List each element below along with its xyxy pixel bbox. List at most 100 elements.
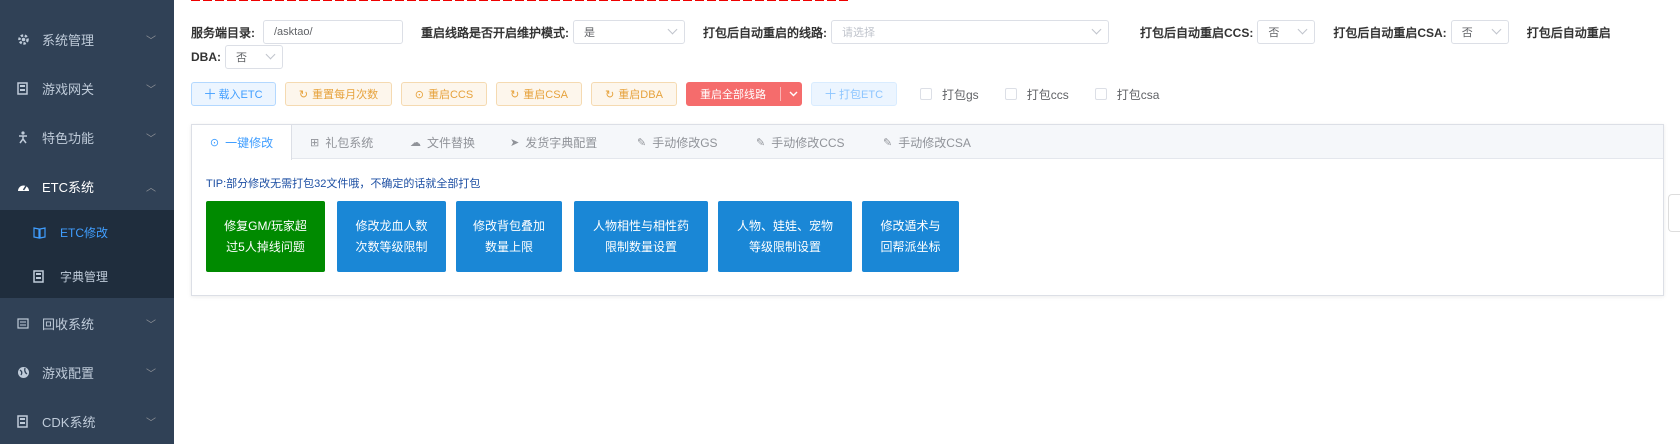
cloud-icon: ☁ (410, 136, 421, 149)
check-circle-icon: ⊙ (414, 88, 424, 101)
sidebar-item-system-management[interactable]: 系统管理 ﹀ (0, 15, 174, 64)
tabs-card: ⊙ 一键修改 ⊞ 礼包系统 ☁ 文件替换 ➤ 发货字典配置 ✎ 手动修改GS ✎ 手动修改C… (191, 124, 1664, 296)
tab-gift-system[interactable]: ⊞ 礼包系统 (310, 125, 373, 159)
restart-lines-select[interactable]: 请选择 (831, 20, 1109, 44)
send-icon: ➤ (510, 136, 520, 149)
sidebar-item-label: CDK系统 (42, 415, 96, 430)
checkbox-box (1004, 88, 1017, 100)
action-line1: 修改遁术与 (880, 218, 941, 233)
sidebar-item-label: 游戏配置 (42, 366, 95, 381)
chevron-down-icon: ﹀ (146, 36, 156, 47)
tab-label: 手动修改CCS (771, 135, 845, 150)
form-row: 服务端目录: /asktao/ 重启线路是否开启维护模式: 是 打包后自动重启的… (191, 20, 1611, 44)
restart-dba-button[interactable]: ↻ 重启DBA (591, 82, 677, 106)
sidebar-item-game-gateway[interactable]: 游戏网关 ﹀ (0, 64, 174, 113)
action-line2: 等级限制设置 (748, 239, 821, 254)
server-dir-input[interactable]: /asktao/ (263, 20, 403, 44)
tab-one-click-modify[interactable]: ⊙ 一键修改 (192, 125, 292, 160)
restart-all-button[interactable]: 重启全部线路 (687, 87, 781, 101)
sidebar-item-cdk-system[interactable]: CDK系统 ﹀ (0, 397, 174, 446)
chevron-down-icon (667, 24, 678, 35)
action-line2: 次数等级限制 (355, 239, 428, 254)
load-etc-button[interactable]: 十 载入ETC (191, 82, 276, 106)
tab-manual-csa[interactable]: ✎ 手动修改CSA (883, 125, 971, 159)
pack-gs-checkbox[interactable]: 打包gs (920, 86, 979, 103)
tab-manual-ccs[interactable]: ✎ 手动修改CCS (756, 125, 845, 159)
restart-csa-select[interactable]: 否 (1450, 20, 1509, 44)
tab-label: 手动修改GS (652, 135, 718, 150)
side-drawer-handle[interactable] (1668, 194, 1680, 232)
book-icon (33, 226, 46, 239)
form-row-2: DBA: 否 (191, 45, 283, 69)
refresh-icon: ↻ (298, 88, 309, 101)
sidebar-subitem-label: 字典管理 (60, 269, 109, 284)
chevron-down-icon (1297, 24, 1308, 35)
sidebar-subitem-etc-modify[interactable]: ETC修改 (0, 210, 174, 254)
tab-delivery-dict[interactable]: ➤ 发货字典配置 (510, 125, 597, 159)
restart-all-split-button[interactable]: 重启全部线路 (686, 82, 802, 106)
server-dir-value: /asktao/ (274, 26, 313, 38)
checkbox-box (920, 88, 932, 100)
dashboard-icon (16, 180, 30, 194)
sidebar-subitem-label: ETC修改 (60, 225, 109, 240)
maint-mode-value: 是 (584, 27, 595, 39)
restart-ccs-button[interactable]: ⊙ 重启CCS (401, 82, 487, 106)
restart-ccs-select[interactable]: 否 (1257, 20, 1316, 44)
warning-banner (191, 0, 851, 2)
pack-ccs-checkbox[interactable]: 打包ccs (1004, 86, 1069, 103)
level-limit-button[interactable]: 人物、娃娃、宠物 等级限制设置 (718, 201, 852, 272)
tabs-header: ⊙ 一键修改 ⊞ 礼包系统 ☁ 文件替换 ➤ 发货字典配置 ✎ 手动修改GS ✎ 手动修改C… (192, 125, 1663, 160)
restart-dba-value: 否 (236, 52, 247, 64)
tab-label: 一键修改 (225, 136, 274, 150)
restart-ccs-label: 打包后自动重启CCS: (1140, 25, 1254, 40)
list-icon (16, 317, 30, 331)
chevron-down-icon: ﹀ (146, 369, 156, 380)
edit-icon: ✎ (637, 136, 647, 149)
restart-ccs-value: 否 (1268, 27, 1280, 39)
sidebar-item-recycle-system[interactable]: 回收系统 ﹀ (0, 299, 174, 348)
tip-text: TIP:部分修改无需打包32文件哦，不确定的话就全部打包 (206, 178, 481, 190)
action-line1: 修复GM/玩家超 (224, 218, 307, 233)
pack-gs-label: 打包gs (942, 87, 979, 102)
gear-icon (16, 33, 30, 47)
chevron-down-icon: ﹀ (146, 418, 156, 429)
tab-label: 手动修改CSA (898, 135, 971, 150)
restart-dba-select[interactable]: 否 (225, 45, 283, 69)
sidebar-item-game-config[interactable]: 游戏配置 ﹀ (0, 348, 174, 397)
pack-etc-button[interactable]: 十 打包ETC (811, 82, 897, 106)
toolbar: 十 载入ETC ↻ 重置每月次数 ⊙ 重启CCS ↻ 重启CSA ↻ 重启DBA 重启全… (191, 82, 1171, 106)
edit-icon: ✎ (883, 136, 893, 149)
restart-dba-label-suffix: DBA: (191, 50, 221, 64)
restart-csa-button[interactable]: ↻ 重启CSA (496, 82, 582, 106)
pack-csa-checkbox[interactable]: 打包csa (1094, 86, 1159, 103)
reset-monthly-button[interactable]: ↻ 重置每月次数 (285, 82, 392, 106)
sidebar-item-label: 系统管理 (42, 33, 95, 48)
sidebar-item-etc-system[interactable]: ETC系统 ︿ (0, 162, 174, 211)
sidebar-item-special-features[interactable]: 特色功能 ﹀ (0, 113, 174, 162)
gift-icon: ⊞ (310, 136, 320, 149)
sidebar-item-label: 游戏网关 (42, 82, 95, 97)
element-limit-button[interactable]: 人物相性与相性药 限制数量设置 (574, 201, 708, 272)
tab-label: 文件替换 (427, 135, 476, 150)
restart-ccs-button-label: 重启CCS (427, 89, 474, 101)
tab-file-replace[interactable]: ☁ 文件替换 (410, 125, 475, 159)
checkbox-box (1094, 88, 1107, 100)
chevron-down-icon (1091, 24, 1102, 35)
server-icon (16, 415, 30, 429)
modify-teleport-coords-button[interactable]: 修改遁术与回帮派坐标 (862, 201, 959, 272)
chevron-down-icon (265, 49, 276, 60)
modify-bag-stack-button[interactable]: 修改背包叠加 数量上限 (456, 201, 562, 272)
check-circle-icon: ⊙ (209, 137, 220, 149)
fix-gm-disconnect-button[interactable]: 修复GM/玩家超 过5人掉线问题 (206, 201, 325, 272)
tab-manual-gs[interactable]: ✎ 手动修改GS (637, 125, 718, 159)
restart-csa-button-label: 重启CSA (523, 89, 568, 101)
sidebar-subitem-dictionary[interactable]: 字典管理 (0, 254, 174, 298)
chevron-down-icon[interactable] (781, 91, 806, 97)
action-line2: 回帮派坐标 (880, 239, 941, 254)
action-line2: 过5人掉线问题 (226, 239, 305, 254)
modify-dragon-blood-button[interactable]: 修改龙血人数 次数等级限制 (337, 201, 446, 272)
sidebar-item-label: 特色功能 (42, 131, 95, 146)
server-dir-label: 服务端目录: (191, 25, 255, 40)
maint-mode-select[interactable]: 是 (573, 20, 685, 44)
action-line2: 限制数量设置 (604, 239, 677, 254)
